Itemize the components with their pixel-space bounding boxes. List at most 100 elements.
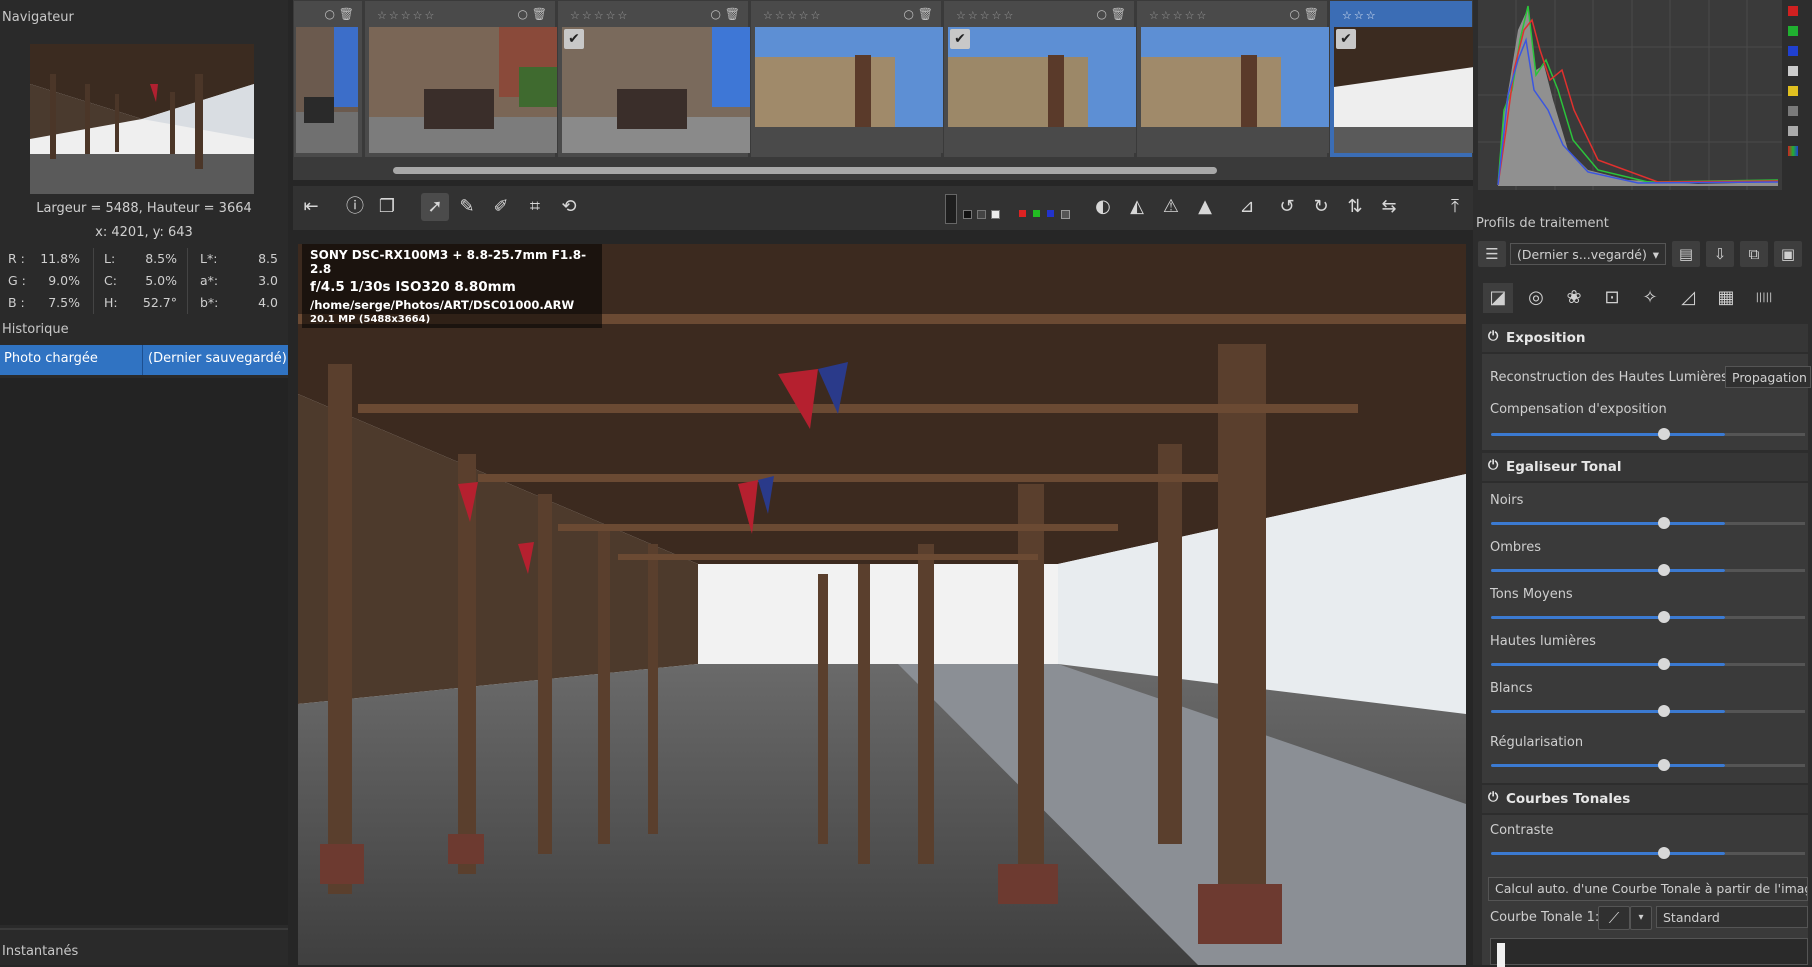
hide-panel-icon[interactable]: ⇤ [297,193,325,221]
bg-black-icon[interactable] [963,210,972,219]
thumb-rating[interactable]: ☆☆☆☆☆ [956,9,1015,22]
filmstrip-thumb[interactable]: ☆☆☆☆☆ ○ 🗑 [364,0,557,158]
filmstrip-thumb[interactable]: ☆☆☆☆☆ ○ 🗑 ✔ [943,0,1136,158]
regularization-slider[interactable] [1491,764,1725,767]
check-icon[interactable]: ✔ [1336,29,1356,49]
thumb-icons: ○ 🗑 [1096,7,1126,21]
effects-tab-icon[interactable]: ✧ [1635,283,1665,313]
auto-curve-button[interactable]: Calcul auto. d'une Courbe Tonale à parti… [1488,877,1808,901]
info-icon[interactable]: ⓘ [341,193,369,221]
whites-knob[interactable] [1657,705,1670,717]
hand-tool-icon[interactable]: ➚ [421,193,449,221]
check-icon[interactable]: ✔ [564,29,584,49]
highlights-knob[interactable] [1657,658,1670,670]
filmstrip-thumb[interactable]: ○ 🗑 [293,0,363,158]
copy-profile-icon[interactable]: ⧉ [1740,241,1768,267]
histogram-bar-icon[interactable] [1788,146,1798,156]
transform-tab-icon[interactable]: ◿ [1673,283,1703,313]
histogram[interactable] [1478,0,1786,190]
exposure-tab-icon[interactable]: ◪ [1483,283,1513,313]
curve-editor[interactable] [1490,938,1808,967]
histogram-lum-icon[interactable] [1788,66,1798,76]
meta-tab-icon[interactable]: ||||| [1749,283,1779,313]
divider [187,248,188,314]
shadows-knob[interactable] [1657,564,1670,576]
bg-grey-icon[interactable] [977,210,986,219]
tone-eq-header[interactable]: ⏻ Egaliseur Tonal [1482,453,1808,481]
hl-recon-select[interactable]: Propagation [1725,366,1811,388]
regularization-knob[interactable] [1657,759,1670,771]
picker-icon[interactable]: ✎ [453,193,481,221]
filmstrip-scrollbar[interactable] [393,167,1217,174]
main-image[interactable] [298,244,1466,965]
save-export-icon[interactable]: ⤒ [1441,193,1469,221]
flip-vertical-icon[interactable]: ⇅ [1341,193,1369,221]
navigator-preview[interactable] [30,44,254,194]
rotate-left-icon[interactable]: ↺ [1273,193,1301,221]
before-after-icon[interactable]: ❐ [373,193,401,221]
histogram-green-icon[interactable] [1788,26,1798,36]
filmstrip-thumb[interactable]: ☆☆☆☆☆ ○ 🗑 ✔ [557,0,750,158]
power-icon[interactable]: ⏻ [1488,790,1498,805]
midtones-knob[interactable] [1657,611,1670,623]
flip-horizontal-icon[interactable]: ⇆ [1375,193,1403,221]
exposure-comp-knob[interactable] [1657,428,1670,440]
history-item[interactable]: Photo chargée (Dernier sauvegardé) [0,345,288,375]
open-folder-icon[interactable]: ▤ [1672,241,1700,267]
profile-list-icon[interactable]: ☰ [1478,241,1506,267]
channel-blue-icon[interactable] [1047,210,1054,217]
histogram-blue-icon[interactable] [1788,46,1798,56]
histogram-red-icon[interactable] [1788,6,1798,16]
color-tab-icon[interactable]: ❀ [1559,283,1589,313]
contrast-slider[interactable] [1491,852,1725,855]
filmstrip-thumb-selected[interactable]: ☆☆☆ ✔ [1329,0,1474,158]
curves-header[interactable]: ⏻ Courbes Tonales [1482,785,1808,813]
raw-tab-icon[interactable]: ▦ [1711,283,1741,313]
power-icon[interactable]: ⏻ [1488,329,1498,344]
histogram-mode-icon[interactable] [1788,126,1798,136]
indicator [945,194,957,224]
curve-type-icon[interactable]: ⟋ [1598,906,1630,930]
paste-profile-icon[interactable]: ▣ [1774,241,1802,267]
blacks-slider[interactable] [1491,522,1725,525]
channel-red-icon[interactable] [1019,210,1026,217]
highlights-slider[interactable] [1491,663,1725,666]
power-icon[interactable]: ⏻ [1488,458,1498,473]
contrast-knob[interactable] [1657,847,1670,859]
exposure-header[interactable]: ⏻ Exposition [1482,324,1808,352]
crop-icon[interactable]: ⌗ [521,193,549,221]
shadows-slider[interactable] [1491,569,1725,572]
wb-picker-icon[interactable]: ✐ [487,193,515,221]
curve1-mode-select[interactable]: Standard [1656,906,1808,928]
channel-lum-icon[interactable] [1061,210,1070,219]
chevron-down-icon[interactable]: ▾ [1630,906,1652,930]
snapshots-title[interactable]: Instantanés [2,944,78,959]
thumb-rating[interactable]: ☆☆☆☆☆ [1149,9,1208,22]
thumb-rating[interactable]: ☆☆☆ [1342,9,1378,22]
straighten-icon[interactable]: ⟲ [555,193,583,221]
false-color-icon[interactable]: ◭ [1123,193,1151,221]
highlight-clip-warning-icon[interactable]: ▲ [1191,193,1219,221]
bg-white-icon[interactable] [991,210,1000,219]
thumb-rating[interactable]: ☆☆☆☆☆ [763,9,822,22]
focus-mask-icon[interactable]: ◐ [1089,193,1117,221]
histogram-raw-icon[interactable] [1788,106,1798,116]
check-icon[interactable]: ✔ [950,29,970,49]
exposure-comp-slider[interactable] [1491,433,1725,436]
histogram-chroma-icon[interactable] [1788,86,1798,96]
blacks-knob[interactable] [1657,517,1670,529]
local-edit-tab-icon[interactable]: ⊡ [1597,283,1627,313]
perspective-icon[interactable]: ⊿ [1233,193,1261,221]
filmstrip-thumb[interactable]: ☆☆☆☆☆ ○ 🗑 [1136,0,1329,158]
filmstrip-thumb[interactable]: ☆☆☆☆☆ ○ 🗑 [750,0,943,158]
rotate-right-icon[interactable]: ↻ [1307,193,1335,221]
thumb-rating[interactable]: ☆☆☆☆☆ [570,9,629,22]
channel-green-icon[interactable] [1033,210,1040,217]
midtones-slider[interactable] [1491,616,1725,619]
save-profile-icon[interactable]: ⇩ [1706,241,1734,267]
thumb-rating[interactable]: ☆☆☆☆☆ [377,9,436,22]
details-tab-icon[interactable]: ◎ [1521,283,1551,313]
shadow-clip-warning-icon[interactable]: ⚠ [1157,193,1185,221]
whites-slider[interactable] [1491,710,1725,713]
profile-select[interactable]: (Dernier s...vegardé) ▾ [1510,243,1666,265]
